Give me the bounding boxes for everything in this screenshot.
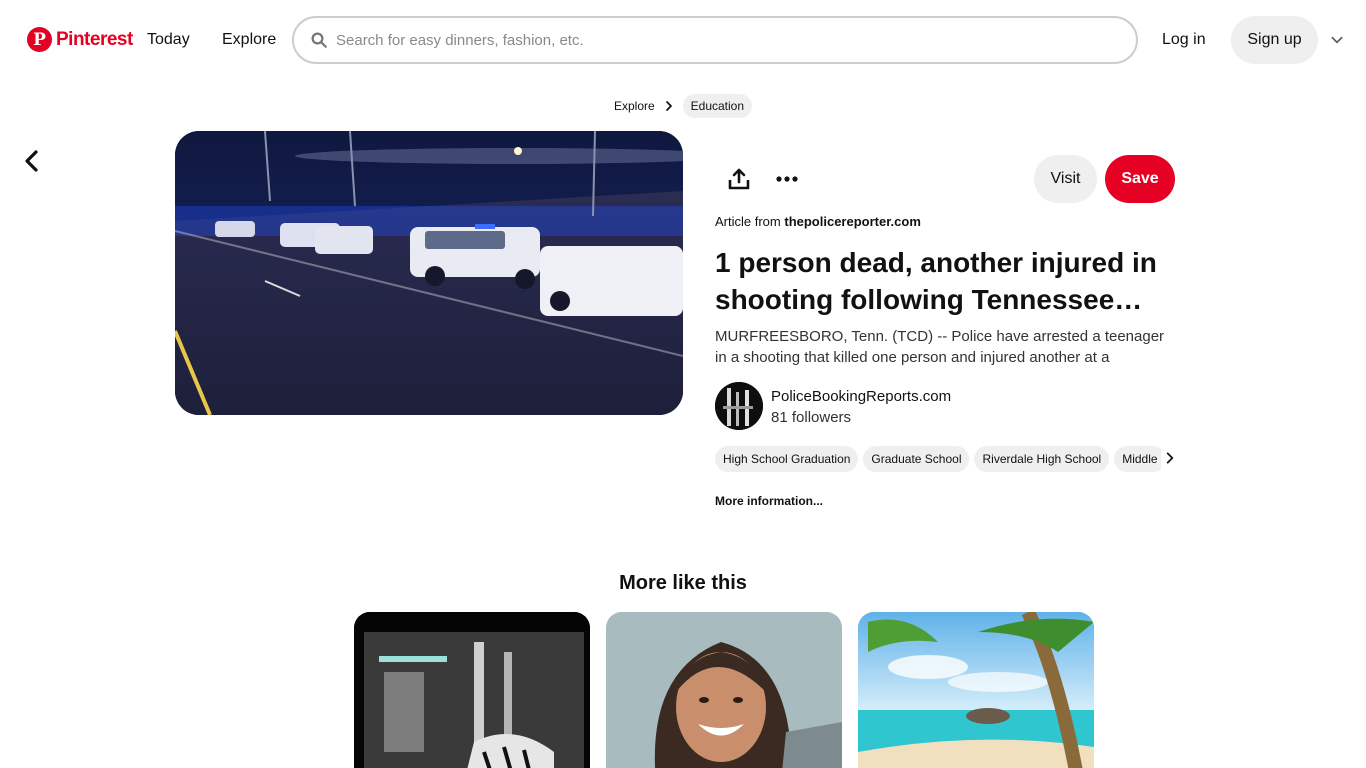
brand-name: Pinterest (56, 28, 133, 50)
tag-chip[interactable]: High School Graduation (715, 446, 859, 472)
related-pin-image (354, 612, 590, 768)
more-options-icon[interactable] (775, 167, 799, 191)
related-pin-card[interactable] (606, 612, 842, 768)
nav-today-link[interactable]: Today (147, 31, 190, 49)
chevron-down-icon[interactable] (1330, 33, 1344, 47)
breadcrumb-education-chip[interactable]: Education (682, 94, 753, 118)
author-followers: 81 followers (771, 409, 852, 426)
pin-description: MURFREESBORO, Tenn. (TCD) -- Police have… (715, 328, 1165, 366)
breadcrumb: Explore Education (0, 94, 1366, 118)
breadcrumb-explore-link[interactable]: Explore (614, 95, 655, 117)
pin-title: 1 person dead, another injured in shooti… (715, 247, 1157, 315)
more-like-this-heading: More like this (619, 572, 747, 594)
author-name[interactable]: PoliceBookingReports.com (771, 388, 951, 405)
chevron-right-icon[interactable] (1163, 451, 1177, 465)
avatar-image (715, 382, 763, 430)
related-pin-image (858, 612, 1094, 768)
tag-chip[interactable]: Middle (1114, 446, 1161, 472)
tag-list: High School Graduation Graduate School R… (715, 446, 1161, 472)
related-pin-image (606, 612, 842, 768)
more-information-link[interactable]: More information... (715, 494, 823, 508)
article-source: Article from thepolicereporter.com (715, 214, 921, 229)
tag-chip[interactable]: Riverdale High School (974, 446, 1110, 472)
search-input[interactable] (336, 31, 1096, 49)
nav-explore-link[interactable]: Explore (222, 31, 276, 49)
login-button[interactable]: Log in (1162, 31, 1206, 49)
avatar[interactable] (715, 382, 763, 430)
pin-image[interactable] (175, 131, 683, 415)
pinterest-logo[interactable]: P Pinterest (27, 27, 133, 52)
tag-chip[interactable]: Graduate School (863, 446, 970, 472)
related-pin-card[interactable] (858, 612, 1094, 768)
visit-button[interactable]: Visit (1034, 155, 1097, 203)
related-pin-card[interactable] (354, 612, 590, 768)
article-source-link[interactable]: thepolicereporter.com (784, 214, 921, 229)
chevron-right-icon (665, 101, 672, 111)
signup-button[interactable]: Sign up (1231, 16, 1318, 64)
article-source-prefix: Article from (715, 214, 781, 229)
pinterest-logo-icon: P (27, 27, 52, 52)
save-button[interactable]: Save (1105, 155, 1175, 203)
share-icon[interactable] (727, 167, 751, 191)
search-icon (311, 32, 327, 48)
police-scene-illustration (175, 131, 683, 415)
search-bar[interactable] (292, 16, 1138, 64)
top-navigation: P Pinterest Today Explore Log in Sign up (0, 0, 1366, 82)
back-arrow-icon[interactable] (20, 149, 44, 173)
